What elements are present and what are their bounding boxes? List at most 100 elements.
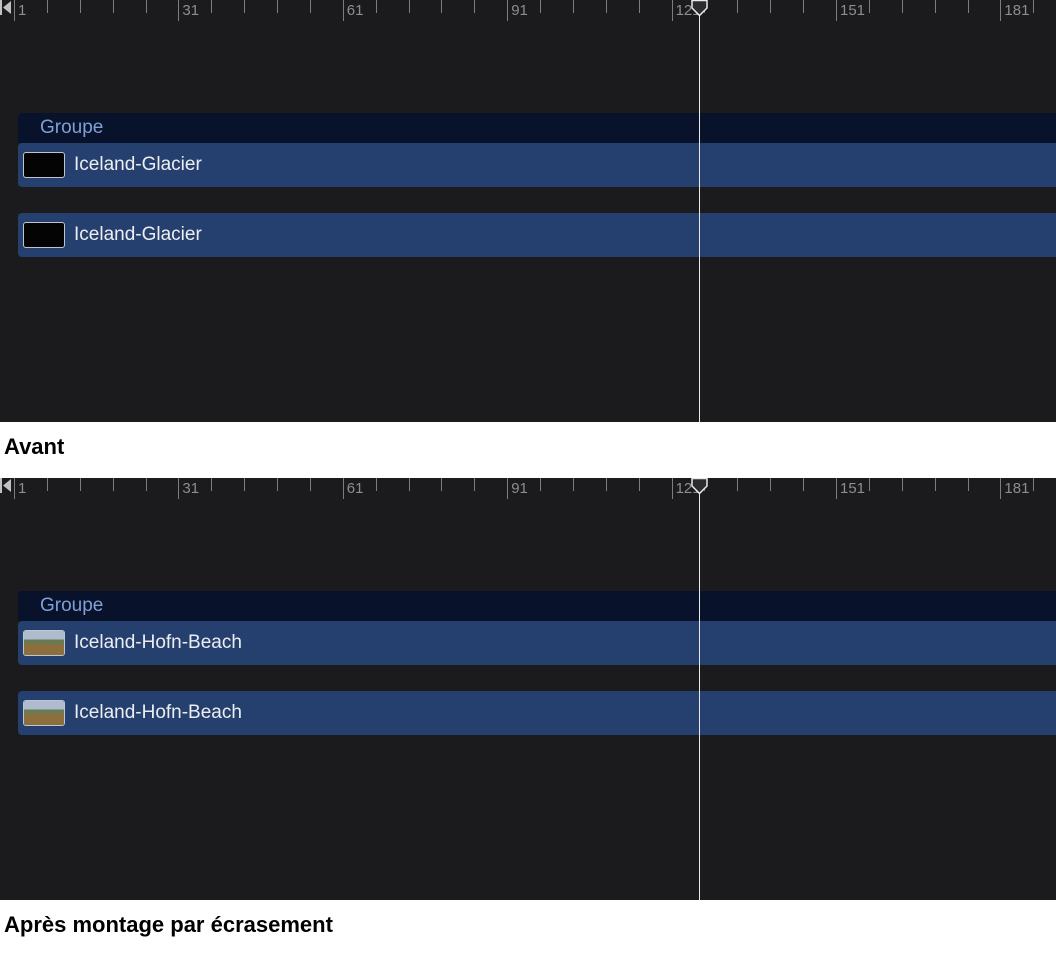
ruler-tick-minor <box>310 478 311 491</box>
ruler-tick-minor <box>47 478 48 491</box>
timeline-tracks: Groupe Iceland-Glacier Iceland-Glacier <box>0 29 1056 422</box>
group-header[interactable]: Groupe <box>18 113 1056 143</box>
ruler-tick-minor <box>803 478 804 491</box>
ruler-tick-minor <box>277 0 278 13</box>
group-label: Groupe <box>40 595 103 617</box>
ruler-tick-major <box>178 478 179 499</box>
clip-thumbnail-icon <box>24 701 64 725</box>
ruler-label: 31 <box>182 480 199 497</box>
ruler-label: 181 <box>1004 480 1029 497</box>
timeline-panel-before: 1316191121151181 Groupe Iceland-Glacier … <box>0 0 1056 422</box>
ruler-tick-major <box>178 0 179 21</box>
ruler-tick-minor <box>935 478 936 491</box>
ruler-tick-minor <box>902 0 903 13</box>
ruler-tick-minor <box>441 0 442 13</box>
ruler-tick-minor <box>573 0 574 13</box>
ruler-label: 1 <box>18 2 26 19</box>
ruler-tick-minor <box>441 478 442 491</box>
ruler-tick-minor <box>146 0 147 13</box>
ruler-tick-major <box>1000 478 1001 499</box>
timeline-clip[interactable]: Iceland-Hofn-Beach <box>18 691 1056 735</box>
goto-start-icon[interactable] <box>0 478 14 507</box>
ruler-tick-minor <box>869 478 870 491</box>
ruler-tick-minor <box>244 0 245 13</box>
ruler-tick-minor <box>47 0 48 13</box>
playhead-handle-icon[interactable] <box>691 0 708 16</box>
playhead-line[interactable] <box>699 478 700 900</box>
ruler-tick-minor <box>146 478 147 491</box>
ruler-tick-minor <box>902 478 903 491</box>
ruler-tick-minor <box>573 478 574 491</box>
clip-name: Iceland-Glacier <box>74 154 202 176</box>
ruler-tick-minor <box>639 0 640 13</box>
clip-name: Iceland-Glacier <box>74 224 202 246</box>
ruler-tick-minor <box>376 0 377 13</box>
clip-name: Iceland-Hofn-Beach <box>74 702 242 724</box>
ruler-tick-minor <box>80 0 81 13</box>
ruler-tick-minor <box>540 478 541 491</box>
group-label: Groupe <box>40 117 103 139</box>
ruler-tick-major <box>507 478 508 499</box>
goto-start-icon[interactable] <box>0 0 14 29</box>
ruler-tick-major <box>836 478 837 499</box>
ruler-tick-minor <box>211 478 212 491</box>
ruler-tick-minor <box>540 0 541 13</box>
ruler-tick-minor <box>968 478 969 491</box>
ruler-tick-minor <box>80 478 81 491</box>
ruler-label: 61 <box>347 2 364 19</box>
ruler-tick-minor <box>606 0 607 13</box>
ruler-tick-major <box>507 0 508 21</box>
ruler-tick-minor <box>211 0 212 13</box>
ruler-tick-minor <box>244 478 245 491</box>
ruler-tick-major <box>14 478 15 499</box>
timeline-panel-after: 1316191121151181 Groupe Iceland-Hofn-Bea… <box>0 478 1056 900</box>
timeline-clip[interactable]: Iceland-Glacier <box>18 213 1056 257</box>
playhead-handle-icon[interactable] <box>691 478 708 494</box>
ruler-tick-minor <box>113 478 114 491</box>
caption-after: Après montage par écrasement <box>0 900 1056 956</box>
ruler-tick-minor <box>113 0 114 13</box>
clip-thumbnail-icon <box>24 223 64 247</box>
ruler-label: 181 <box>1004 2 1029 19</box>
ruler-label: 151 <box>840 2 865 19</box>
timeline-tracks: Groupe Iceland-Hofn-Beach Iceland-Hofn-B… <box>0 507 1056 900</box>
ruler-tick-minor <box>935 0 936 13</box>
ruler-tick-minor <box>1033 0 1034 13</box>
ruler-tick-minor <box>1033 478 1034 491</box>
ruler-tick-major <box>1000 0 1001 21</box>
clip-thumbnail-icon <box>24 631 64 655</box>
ruler-tick-minor <box>770 478 771 491</box>
ruler-tick-minor <box>770 0 771 13</box>
ruler-label: 31 <box>182 2 199 19</box>
ruler-label: 91 <box>511 2 528 19</box>
timeline-ruler[interactable]: 1316191121151181 <box>0 478 1056 507</box>
ruler-tick-minor <box>310 0 311 13</box>
ruler-label: 61 <box>347 480 364 497</box>
ruler-tick-major <box>343 0 344 21</box>
ruler-tick-minor <box>869 0 870 13</box>
ruler-tick-major <box>836 0 837 21</box>
ruler-tick-minor <box>474 478 475 491</box>
ruler-tick-minor <box>474 0 475 13</box>
playhead-line[interactable] <box>699 0 700 422</box>
caption-before: Avant <box>0 422 1056 478</box>
ruler-tick-major <box>672 0 673 21</box>
ruler-tick-minor <box>639 478 640 491</box>
timeline-ruler[interactable]: 1316191121151181 <box>0 0 1056 29</box>
ruler-tick-major <box>672 478 673 499</box>
clip-thumbnail-icon <box>24 153 64 177</box>
ruler-label: 1 <box>18 480 26 497</box>
ruler-tick-major <box>14 0 15 21</box>
timeline-clip[interactable]: Iceland-Glacier <box>18 143 1056 187</box>
group-header[interactable]: Groupe <box>18 591 1056 621</box>
ruler-tick-major <box>343 478 344 499</box>
clip-name: Iceland-Hofn-Beach <box>74 632 242 654</box>
ruler-label: 91 <box>511 480 528 497</box>
ruler-tick-minor <box>277 478 278 491</box>
ruler-tick-minor <box>737 478 738 491</box>
ruler-label: 151 <box>840 480 865 497</box>
timeline-clip[interactable]: Iceland-Hofn-Beach <box>18 621 1056 665</box>
ruler-tick-minor <box>737 0 738 13</box>
ruler-tick-minor <box>968 0 969 13</box>
ruler-tick-minor <box>409 0 410 13</box>
